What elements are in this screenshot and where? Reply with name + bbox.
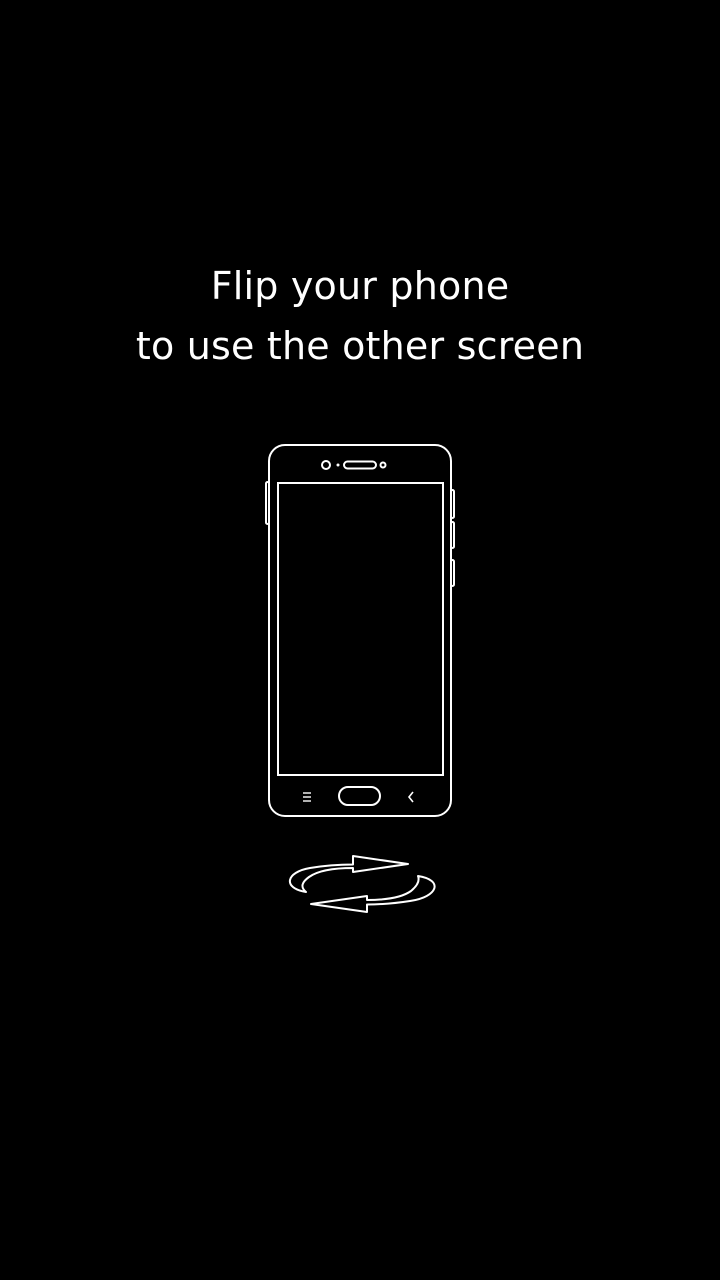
home-button-icon: [338, 786, 381, 806]
menu-icon: [303, 792, 311, 802]
earpiece: [343, 460, 377, 470]
sensor-dot: [336, 463, 340, 467]
flip-instruction: Flip your phone to use the other screen: [0, 256, 720, 376]
front-camera: [321, 460, 331, 470]
phone-body: [268, 444, 452, 817]
rotate-arrows-icon: [280, 852, 440, 916]
back-chevron-icon: [407, 791, 414, 803]
bottom-rotate-arrow: [310, 875, 436, 913]
instruction-line-1: Flip your phone: [210, 264, 510, 308]
smartphone-outline-icon: [262, 440, 458, 824]
phone-screen: [277, 482, 444, 776]
proximity-sensor: [379, 461, 387, 469]
top-rotate-arrow: [288, 855, 409, 893]
instruction-line-2: to use the other screen: [135, 324, 585, 368]
